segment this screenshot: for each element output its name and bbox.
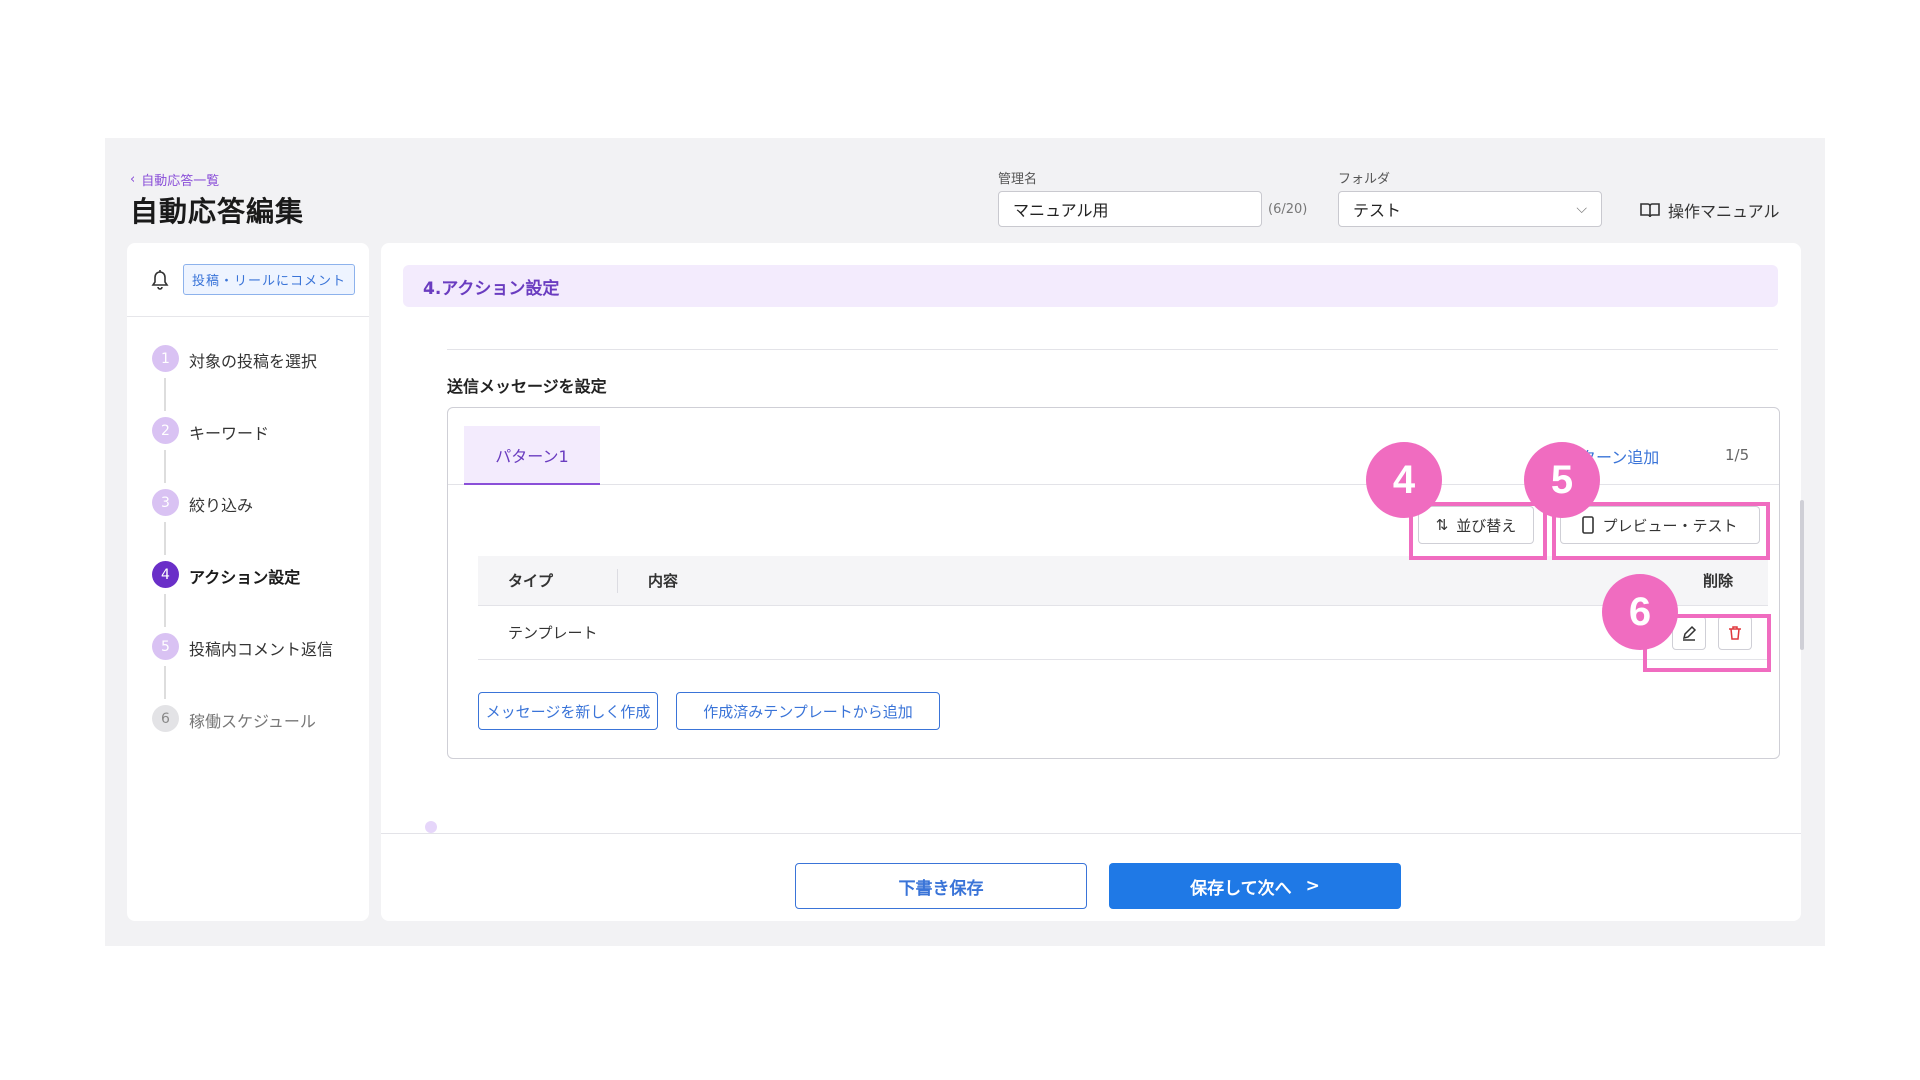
subsection-title: 送信メッセージを設定 xyxy=(447,377,607,396)
section-title: 4.アクション設定 xyxy=(403,265,1778,307)
save-next-label: 保存して次へ xyxy=(1190,878,1292,899)
create-new-message-button[interactable]: メッセージを新しく作成 xyxy=(478,692,658,730)
step-connector xyxy=(164,450,166,483)
step-connector xyxy=(164,666,166,699)
book-icon xyxy=(1640,203,1660,218)
step-label: 対象の投稿を選択 xyxy=(189,352,318,371)
step-connector xyxy=(164,594,166,627)
row-type-cell: テンプレート xyxy=(508,624,598,642)
page-title: 自動応答編集 xyxy=(130,195,305,228)
highlight-sort xyxy=(1409,502,1547,560)
step-label: キーワード xyxy=(189,424,270,443)
highlight-preview xyxy=(1552,502,1770,560)
folder-select[interactable]: テスト ⌵ xyxy=(1338,191,1602,227)
step-item-6[interactable]: 6 稼働スケジュール xyxy=(152,705,369,777)
chevron-left-icon: ‹ xyxy=(130,172,136,187)
name-char-counter: (6/20) xyxy=(1268,202,1308,217)
step-number: 4 xyxy=(152,561,179,588)
save-and-next-button[interactable]: 保存して次へ > xyxy=(1109,863,1401,909)
name-input[interactable]: マニュアル用 xyxy=(998,191,1262,227)
save-draft-button[interactable]: 下書き保存 xyxy=(795,863,1087,909)
folder-field-label: フォルダ xyxy=(1338,172,1391,187)
column-header-type: タイプ xyxy=(478,568,618,593)
column-header-delete: 削除 xyxy=(1702,572,1733,590)
name-field-label: 管理名 xyxy=(998,172,1038,187)
table-header: タイプ 内容 削除 xyxy=(478,556,1768,606)
channel-badge: 投稿・リールにコメント xyxy=(183,264,356,295)
step-item-1[interactable]: 1 対象の投稿を選択 xyxy=(152,345,369,417)
chevron-down-icon: ⌵ xyxy=(1576,201,1587,217)
pattern-count: 1/5 xyxy=(1725,446,1750,464)
chevron-right-icon: > xyxy=(1305,876,1320,896)
manual-link[interactable]: 操作マニュアル xyxy=(1640,198,1780,222)
step-connector xyxy=(164,378,166,411)
bell-icon xyxy=(151,269,169,290)
message-table: タイプ 内容 削除 テンプレート xyxy=(478,556,1768,660)
step-item-2[interactable]: 2 キーワード xyxy=(152,417,369,489)
scrollbar[interactable] xyxy=(1800,500,1804,650)
main-panel: 4.アクション設定 送信メッセージを設定 パターン1 ターン追加 1/5 ⇅ 並… xyxy=(381,243,1801,921)
table-row: テンプレート xyxy=(478,606,1768,660)
annotation-marker-5: 5 xyxy=(1524,442,1600,518)
column-header-content: 内容 xyxy=(648,572,679,590)
step-item-5[interactable]: 5 投稿内コメント返信 xyxy=(152,633,369,705)
back-link[interactable]: ‹ 自動応答一覧 xyxy=(130,170,219,189)
step-sidebar: 投稿・リールにコメント 1 対象の投稿を選択 2 キーワード 3 絞り込み 4 … xyxy=(127,243,369,921)
folder-select-value: テスト xyxy=(1353,201,1402,220)
annotation-marker-4: 4 xyxy=(1366,442,1442,518)
step-item-3[interactable]: 3 絞り込み xyxy=(152,489,369,561)
scroll-indicator xyxy=(425,821,437,833)
step-number: 2 xyxy=(152,417,179,444)
step-number: 1 xyxy=(152,345,179,372)
step-label: 投稿内コメント返信 xyxy=(189,640,334,659)
name-input-value: マニュアル用 xyxy=(1013,201,1109,220)
step-connector xyxy=(164,522,166,555)
step-label: 稼働スケジュール xyxy=(189,712,316,731)
footer-bar xyxy=(381,833,1801,921)
step-label: 絞り込み xyxy=(189,496,254,515)
back-link-label: 自動応答一覧 xyxy=(141,174,220,189)
tab-pattern-1[interactable]: パターン1 xyxy=(464,426,600,485)
sidebar-header: 投稿・リールにコメント xyxy=(127,243,369,317)
add-from-template-button[interactable]: 作成済みテンプレートから追加 xyxy=(676,692,940,730)
manual-link-label: 操作マニュアル xyxy=(1668,202,1780,221)
step-number: 3 xyxy=(152,489,179,516)
step-number: 5 xyxy=(152,633,179,660)
annotation-marker-6: 6 xyxy=(1602,574,1678,650)
divider xyxy=(447,349,1778,350)
step-item-4[interactable]: 4 アクション設定 xyxy=(152,561,369,633)
step-list: 1 対象の投稿を選択 2 キーワード 3 絞り込み 4 アクション設定 5 投稿… xyxy=(127,317,369,777)
step-number: 6 xyxy=(152,705,179,732)
step-label: アクション設定 xyxy=(189,568,301,587)
